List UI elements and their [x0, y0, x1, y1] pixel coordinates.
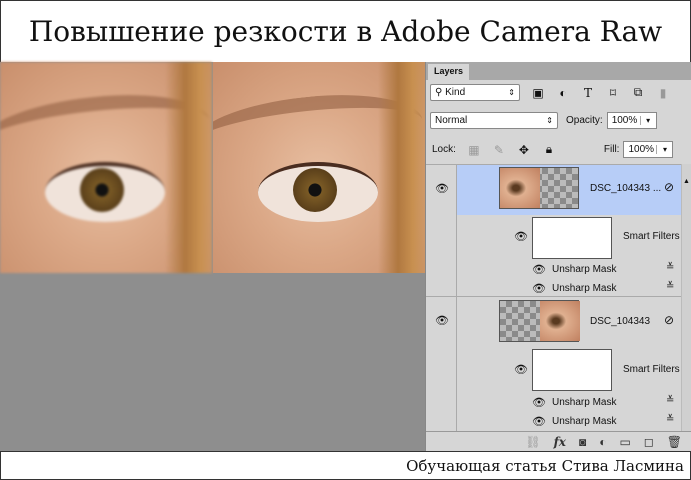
add-mask-icon[interactable]: ◙ [579, 435, 586, 449]
layer-thumbnail [499, 300, 580, 342]
opacity-label: Opacity: [566, 115, 603, 126]
tab-layers[interactable]: Layers [428, 64, 470, 80]
smart-filters-label: Smart Filters [623, 231, 680, 242]
filter-name[interactable]: Unsharp Mask [552, 283, 616, 294]
search-icon: ⚲ [435, 87, 446, 98]
scroll-up-icon[interactable]: ▲ [683, 178, 690, 185]
smart-object-filter-icon[interactable]: ⧉ [631, 85, 645, 100]
image-filter-icon[interactable]: ▣ [531, 86, 545, 100]
filter-name[interactable]: Unsharp Mask [552, 416, 616, 427]
trash-icon[interactable]: 🗑︎ [667, 435, 682, 449]
opacity-input[interactable]: 100% ▾ [606, 112, 657, 129]
photo-before [0, 62, 212, 273]
filter-name[interactable]: Unsharp Mask [552, 264, 616, 275]
visibility-eye-icon[interactable]: 👁︎ [532, 415, 546, 428]
lock-position-icon[interactable]: ✥ [517, 143, 531, 157]
smart-object-icon: ⊘ [664, 180, 675, 194]
adjustment-layer-icon[interactable]: ◐ [599, 435, 606, 449]
adjustment-filter-icon[interactable]: ◐ [556, 86, 570, 100]
lock-transparency-icon[interactable]: ▦ [467, 143, 481, 157]
smart-filters-label: Smart Filters [623, 364, 680, 375]
photo-after [213, 62, 425, 273]
layer-name[interactable]: DSC_104343 ... [590, 183, 661, 194]
chevron-down-icon[interactable]: ▾ [656, 145, 672, 154]
chevron-down-icon[interactable]: ▾ [639, 116, 656, 125]
filter-mask-thumbnail [532, 349, 612, 391]
visibility-eye-icon[interactable]: 👁︎ [514, 230, 528, 243]
filter-name[interactable]: Unsharp Mask [552, 397, 616, 408]
visibility-eye-icon[interactable]: 👁︎ [435, 182, 449, 195]
new-layer-icon[interactable]: ◻ [644, 435, 654, 449]
visibility-eye-icon[interactable]: 👁︎ [514, 363, 528, 376]
layer-thumbnail [499, 167, 579, 209]
document-canvas[interactable] [0, 62, 425, 451]
fill-label: Fill: [603, 144, 620, 155]
link-layers-icon[interactable]: ⛓ [525, 435, 540, 449]
layer-name[interactable]: DSC_104343 [590, 316, 650, 327]
smart-object-icon: ⊘ [664, 313, 675, 327]
blending-options-icon[interactable]: ≚ [666, 414, 674, 425]
filter-toggle-icon[interactable]: ▮ [656, 86, 670, 100]
fx-icon[interactable]: fx [554, 435, 566, 449]
lock-all-icon[interactable]: 🔒︎ [542, 142, 556, 157]
visibility-eye-icon[interactable]: 👁︎ [532, 263, 546, 276]
layers-scrollbar[interactable]: ▲ [681, 164, 691, 432]
visibility-eye-icon[interactable]: 👁︎ [532, 282, 546, 295]
filter-kind-select[interactable]: ⚲ Kind ⇕ [430, 84, 520, 101]
shape-filter-icon[interactable]: ⌑ [606, 86, 620, 100]
fill-input[interactable]: 100% ▾ [623, 141, 674, 158]
layers-panel: Layers ⚲ Kind ⇕ ▣ ◐ T ⌑ ⧉ ▮ Normal ⇕ Opaci… [425, 62, 691, 451]
blend-mode-select[interactable]: Normal ⇕ [430, 112, 558, 129]
blending-options-icon[interactable]: ≚ [666, 395, 674, 406]
type-filter-icon[interactable]: T [581, 86, 595, 100]
lock-paint-icon[interactable]: ✎ [492, 143, 506, 157]
filter-mask-thumbnail [532, 217, 612, 259]
blending-options-icon[interactable]: ≚ [666, 281, 674, 292]
layer-row[interactable]: 👁︎ DSC_104343 ... ⊘ 👁︎ Smart Filters 👁︎ … [426, 164, 682, 297]
layers-footer: ⛓ fx ◙ ◐ ▭ ◻ 🗑︎ [426, 431, 691, 451]
blending-options-icon[interactable]: ≚ [666, 262, 674, 273]
lock-label: Lock: [432, 144, 456, 155]
article-caption: Обучающая статья Стива Ласмина [0, 451, 691, 480]
visibility-eye-icon[interactable]: 👁︎ [435, 314, 449, 327]
layer-row[interactable]: 👁︎ DSC_104343 ⊘ 👁︎ Smart Filters 👁︎ Unsh… [426, 296, 682, 431]
visibility-eye-icon[interactable]: 👁︎ [532, 396, 546, 409]
article-title: Повышение резкости в Adobe Camera Raw [0, 0, 691, 62]
new-group-icon[interactable]: ▭ [619, 435, 630, 449]
